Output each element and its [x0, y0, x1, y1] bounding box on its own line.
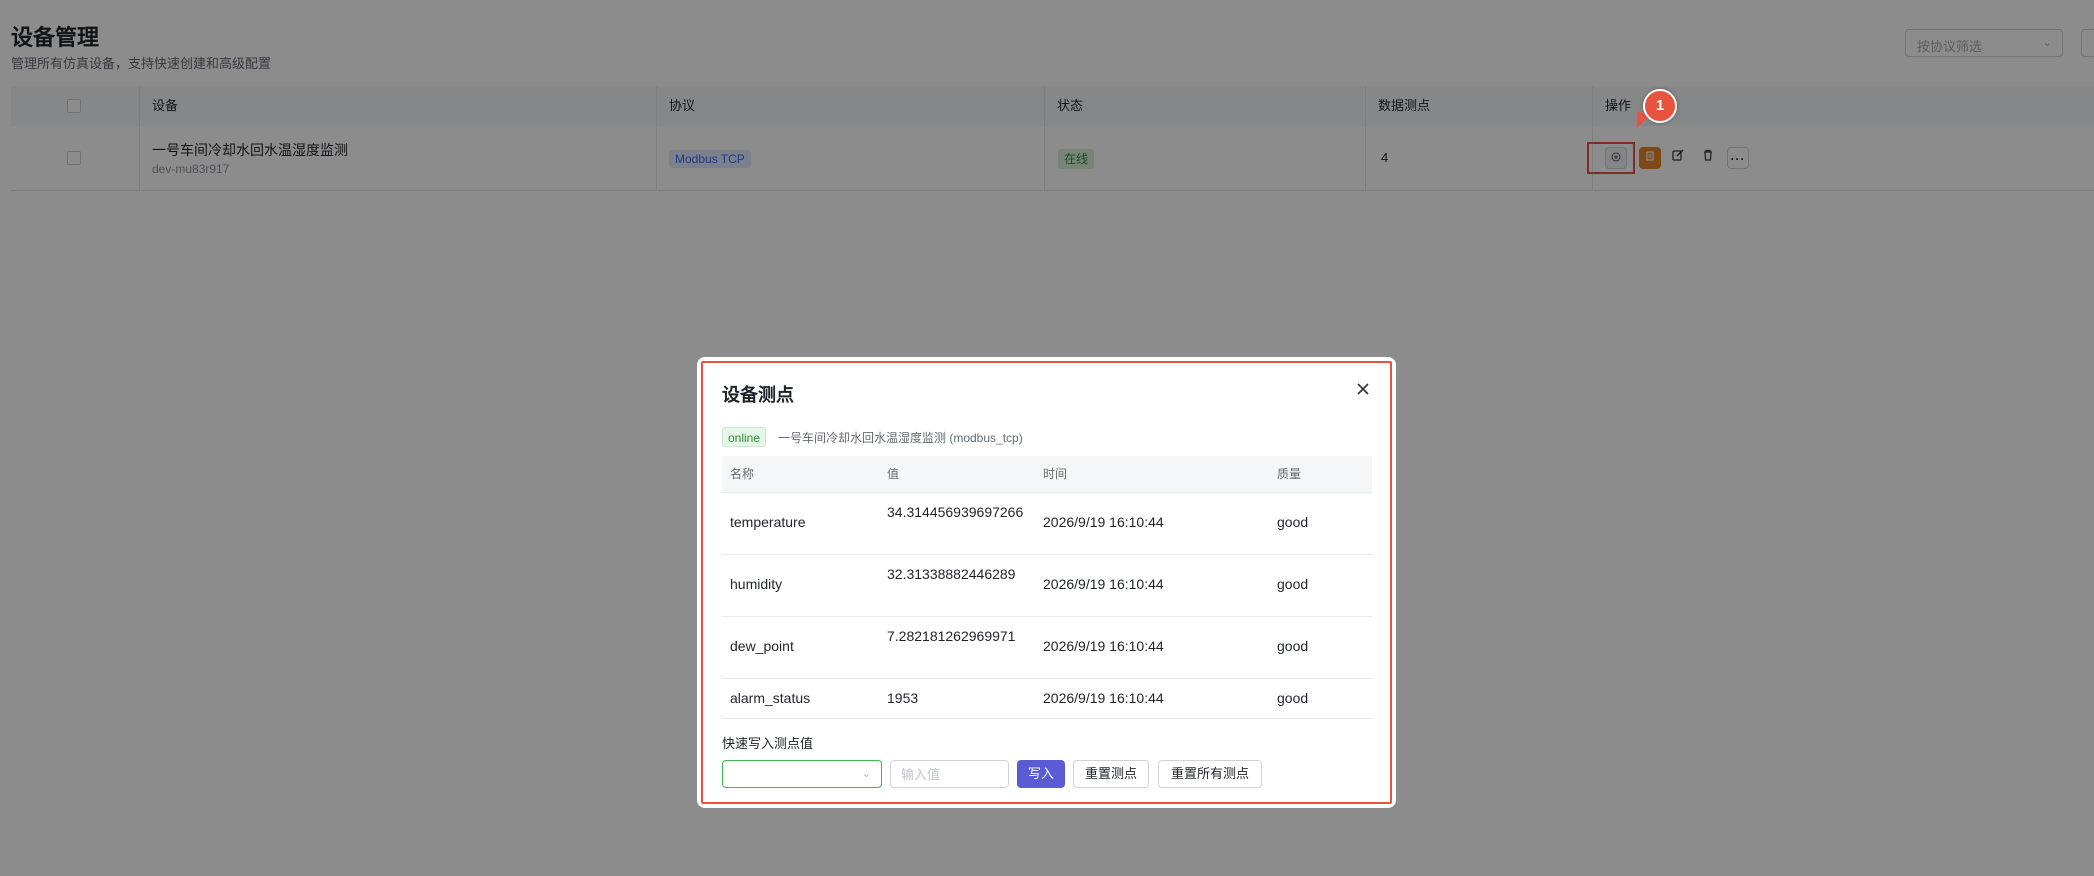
- point-quality: good: [1277, 638, 1309, 654]
- point-value: 7.282181262969971: [887, 628, 1016, 644]
- chevron-down-icon: ⌄: [861, 768, 871, 780]
- points-column-name: 名称: [730, 467, 755, 481]
- table-row: dew_point 7.282181262969971 2026/9/19 16…: [722, 616, 1372, 679]
- point-name: temperature: [730, 514, 806, 530]
- quick-write-label: 快速写入测点值: [722, 736, 814, 751]
- device-points-modal: 设备测点 online 一号车间冷却水回水温湿度监测 (modbus_tcp) …: [697, 357, 1396, 808]
- write-button[interactable]: 写入: [1017, 760, 1065, 788]
- reset-point-button[interactable]: 重置测点: [1073, 760, 1149, 788]
- point-quality: good: [1277, 514, 1309, 530]
- points-table-header: 名称 值 时间 质量: [722, 456, 1372, 493]
- annotation-callout: 1: [1643, 89, 1677, 123]
- point-time: 2026/9/19 16:10:44: [1043, 690, 1164, 706]
- point-value: 34.314456939697266: [887, 504, 1024, 520]
- table-row: alarm_status 1953 2026/9/19 16:10:44 goo…: [722, 678, 1372, 719]
- table-row: temperature 34.314456939697266 2026/9/19…: [722, 492, 1372, 555]
- point-name: alarm_status: [730, 690, 811, 706]
- point-quality: good: [1277, 576, 1309, 592]
- point-time: 2026/9/19 16:10:44: [1043, 576, 1164, 592]
- point-time: 2026/9/19 16:10:44: [1043, 514, 1164, 530]
- points-column-time: 时间: [1043, 467, 1068, 481]
- table-row: humidity 32.31338882446289 2026/9/19 16:…: [722, 554, 1372, 617]
- point-value: 1953: [887, 690, 919, 706]
- points-column-value: 值: [887, 467, 900, 481]
- online-status-badge: online: [722, 427, 767, 447]
- modal-title: 设备测点: [722, 385, 794, 405]
- point-select[interactable]: ⌄: [722, 760, 882, 788]
- point-name: dew_point: [730, 638, 794, 654]
- close-icon[interactable]: [1353, 379, 1373, 399]
- point-time: 2026/9/19 16:10:44: [1043, 638, 1164, 654]
- point-name: humidity: [730, 576, 783, 592]
- points-column-quality: 质量: [1277, 467, 1302, 481]
- device-info-text: 一号车间冷却水回水温湿度监测 (modbus_tcp): [778, 431, 1023, 445]
- point-quality: good: [1277, 690, 1309, 706]
- write-value-input[interactable]: [890, 760, 1009, 788]
- point-value: 32.31338882446289: [887, 566, 1016, 582]
- reset-all-points-button[interactable]: 重置所有测点: [1158, 760, 1262, 788]
